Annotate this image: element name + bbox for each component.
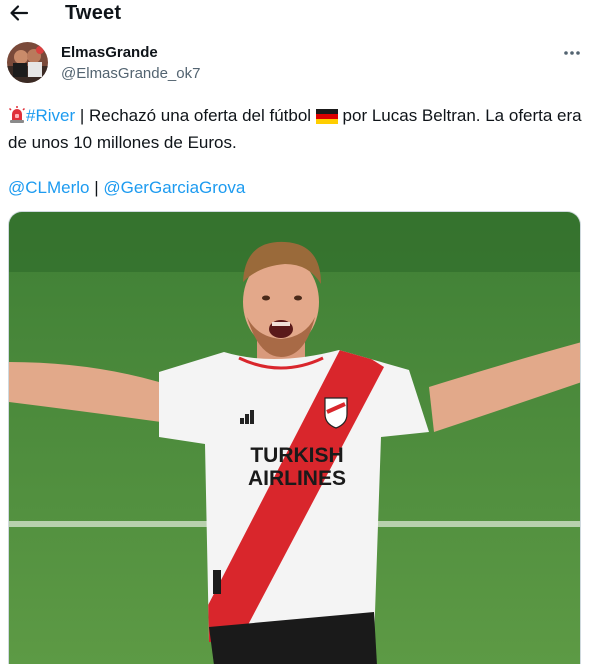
page-title: Tweet bbox=[65, 2, 122, 24]
mention-separator: | bbox=[89, 178, 104, 197]
arrow-left-icon bbox=[10, 5, 29, 21]
tweet-text: #River | Rechazó una oferta del fútbol p… bbox=[8, 104, 588, 155]
mention-gergarciagrova-link[interactable]: @GerGarciaGrova bbox=[103, 178, 245, 197]
more-button[interactable] bbox=[560, 44, 584, 62]
tweet-mentions: @CLMerlo | @GerGarciaGrova bbox=[8, 176, 245, 200]
back-button[interactable] bbox=[8, 2, 30, 24]
shirt-sponsor-line2: AIRLINES bbox=[248, 467, 346, 490]
author-display-name[interactable]: ElmasGrande bbox=[61, 44, 158, 61]
more-horizontal-icon bbox=[564, 51, 580, 55]
author-handle[interactable]: @ElmasGrande_ok7 bbox=[61, 65, 200, 82]
mention-clmerlo-link[interactable]: @CLMerlo bbox=[8, 178, 90, 197]
tweet-text-part1: | Rechazó una oferta del fútbol bbox=[75, 106, 316, 125]
germany-flag-emoji-icon bbox=[315, 107, 338, 131]
tweet-photo[interactable]: TURKISH AIRLINES bbox=[8, 211, 581, 664]
police-light-emoji-icon bbox=[8, 106, 26, 131]
avatar[interactable] bbox=[7, 42, 48, 83]
hashtag-river-link[interactable]: #River bbox=[26, 106, 75, 125]
shirt-sponsor-line1: TURKISH bbox=[250, 444, 343, 467]
header-bar: Tweet bbox=[0, 0, 600, 28]
